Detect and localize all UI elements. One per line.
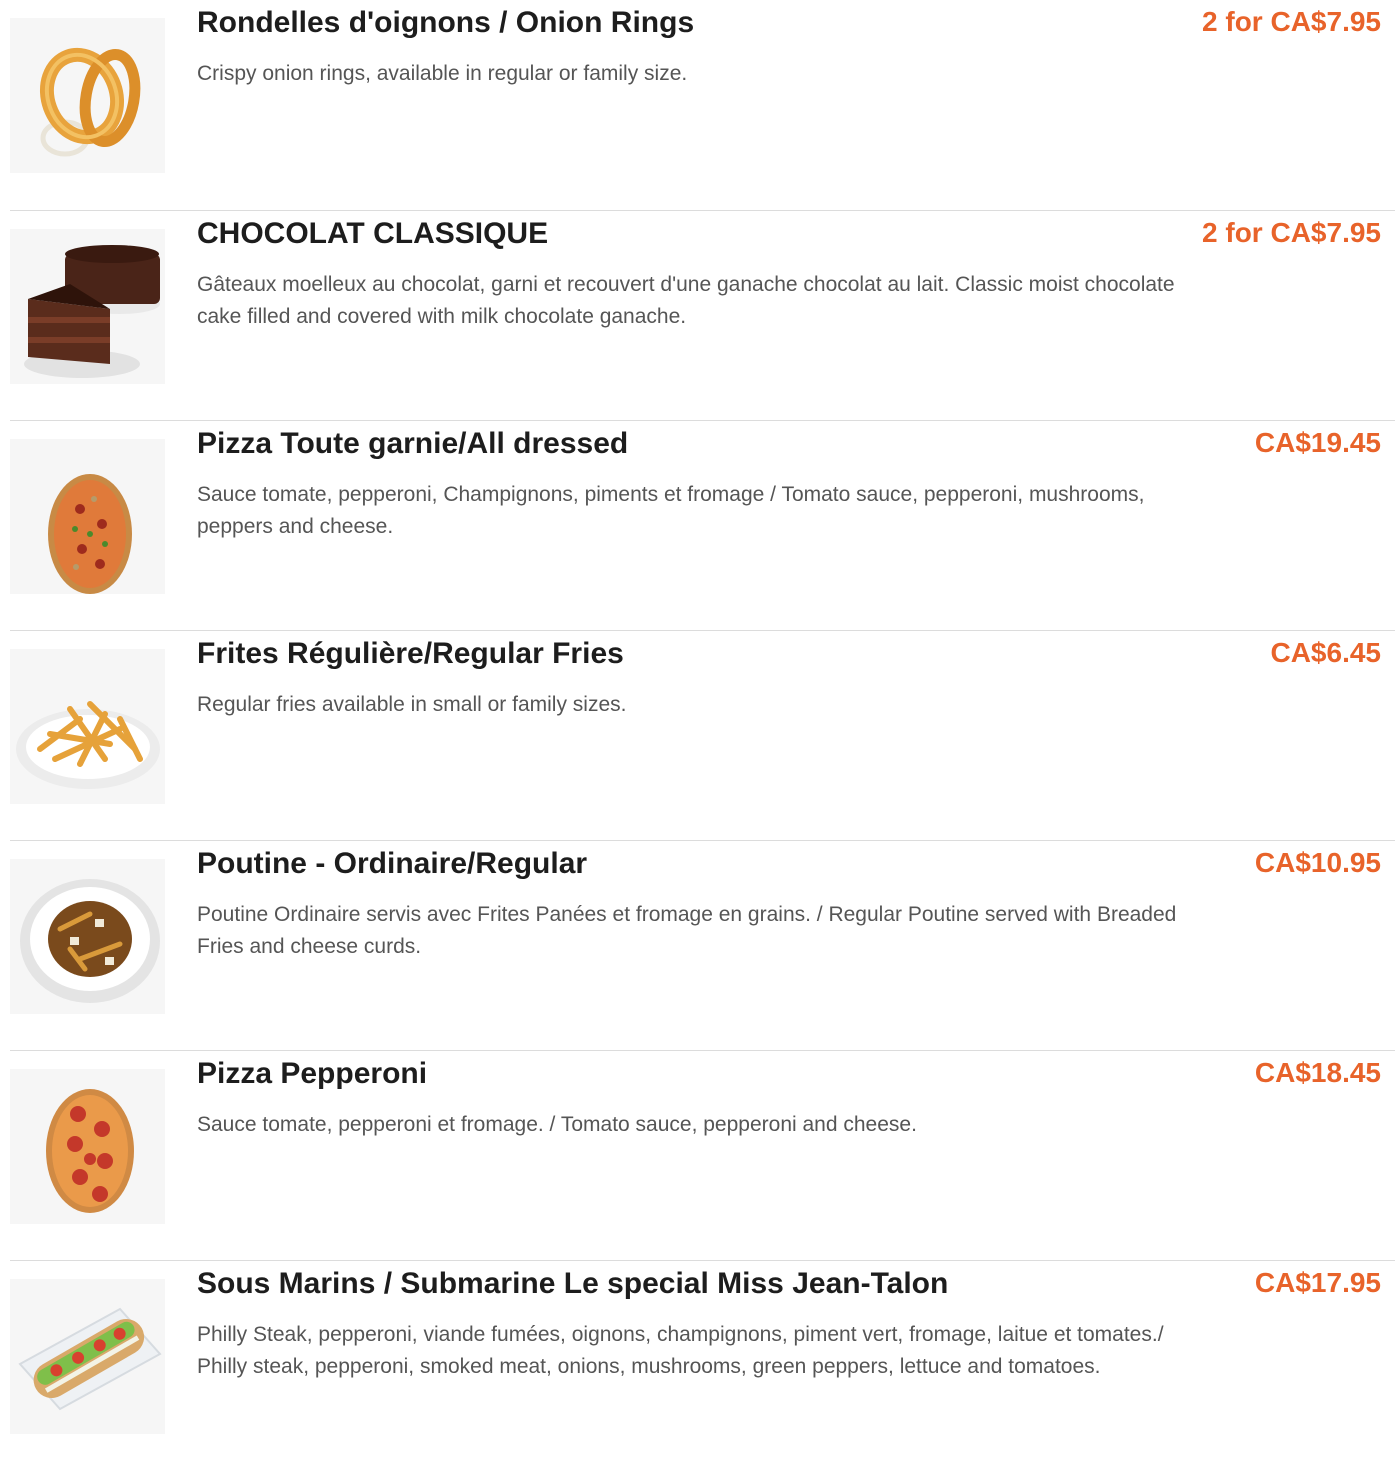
pepperoni-pizza-image[interactable] <box>10 1069 165 1224</box>
menu-list: Rondelles d'oignons / Onion Rings 2 for … <box>0 0 1395 1470</box>
fries-image[interactable] <box>10 649 165 804</box>
submarine-sandwich-image[interactable] <box>10 1279 165 1434</box>
item-name[interactable]: Pizza Pepperoni <box>197 1057 427 1091</box>
item-name[interactable]: CHOCOLAT CLASSIQUE <box>197 217 548 251</box>
menu-item[interactable]: Sous Marins / Submarine Le special Miss … <box>10 1260 1395 1470</box>
item-description: Gâteaux moelleux au chocolat, garni et r… <box>197 273 1175 328</box>
item-price: CA$10.95 <box>1254 847 1381 878</box>
menu-item[interactable]: Pizza Pepperoni CA$18.45 Sauce tomate, p… <box>10 1050 1395 1260</box>
menu-item[interactable]: Poutine - Ordinaire/Regular CA$10.95 Pou… <box>10 840 1395 1050</box>
poutine-image[interactable] <box>10 859 165 1014</box>
item-price: CA$18.45 <box>1254 1057 1381 1088</box>
item-name[interactable]: Rondelles d'oignons / Onion Rings <box>197 6 694 40</box>
menu-item[interactable]: Rondelles d'oignons / Onion Rings 2 for … <box>10 0 1395 210</box>
item-price: 2 for CA$7.95 <box>1202 6 1381 37</box>
item-price: 2 for CA$7.95 <box>1202 217 1381 248</box>
chocolate-cake-image[interactable] <box>10 229 165 384</box>
item-description: Sauce tomate, pepperoni et fromage. / To… <box>197 1113 917 1136</box>
all-dressed-pizza-image[interactable] <box>10 439 165 594</box>
item-description: Philly Steak, pepperoni, viande fumées, … <box>197 1323 1164 1378</box>
onion-rings-image[interactable] <box>10 18 165 173</box>
menu-item[interactable]: CHOCOLAT CLASSIQUE 2 for CA$7.95 Gâteaux… <box>10 210 1395 420</box>
item-price: CA$19.45 <box>1254 427 1381 458</box>
item-name[interactable]: Frites Régulière/Regular Fries <box>197 637 624 671</box>
item-description: Sauce tomate, pepperoni, Champignons, pi… <box>197 483 1145 538</box>
item-name[interactable]: Pizza Toute garnie/All dressed <box>197 427 628 461</box>
menu-item[interactable]: Frites Régulière/Regular Fries CA$6.45 R… <box>10 630 1395 840</box>
item-description: Crispy onion rings, available in regular… <box>197 62 688 85</box>
item-description: Regular fries available in small or fami… <box>197 693 627 716</box>
item-price: CA$17.95 <box>1254 1267 1381 1298</box>
menu-item[interactable]: Pizza Toute garnie/All dressed CA$19.45 … <box>10 420 1395 630</box>
item-description: Poutine Ordinaire servis avec Frites Pan… <box>197 903 1177 958</box>
item-price: CA$6.45 <box>1270 637 1381 668</box>
item-name[interactable]: Poutine - Ordinaire/Regular <box>197 847 587 881</box>
item-name[interactable]: Sous Marins / Submarine Le special Miss … <box>197 1267 948 1301</box>
